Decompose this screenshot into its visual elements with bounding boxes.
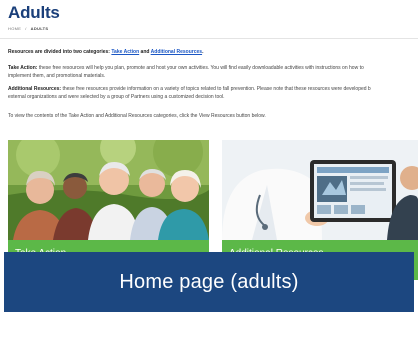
additional-resources-text-2: external organizations and were selected… bbox=[8, 93, 225, 100]
breadcrumb-separator: / bbox=[25, 26, 27, 31]
seniors-group-photo bbox=[8, 140, 209, 240]
take-action-text: these free resources will help you plan,… bbox=[37, 65, 364, 71]
caption-banner: Home page (adults) bbox=[4, 252, 414, 312]
take-action-text-2: implement them, and promotional material… bbox=[8, 72, 106, 79]
categories-and: and bbox=[139, 49, 151, 55]
take-action-label: Take Action: bbox=[8, 65, 38, 71]
additional-resources-label: Additional Resources: bbox=[8, 86, 62, 92]
doctor-tablet-photo bbox=[222, 140, 418, 240]
divider bbox=[0, 38, 418, 39]
view-resources-instructions: To view the contents of the Take Action … bbox=[8, 113, 266, 119]
caption-text: Home page (adults) bbox=[119, 270, 299, 293]
categories-paragraph: Resources are divided into two categorie… bbox=[8, 49, 416, 57]
page-title: Adults bbox=[8, 3, 60, 22]
categories-intro: Resources are divided into two categorie… bbox=[8, 49, 112, 55]
breadcrumb-home[interactable]: HOME bbox=[8, 26, 21, 31]
take-action-link[interactable]: Take Action bbox=[111, 49, 139, 55]
additional-resources-text: these free resources provide information… bbox=[61, 86, 371, 92]
additional-resources-paragraph: Additional Resources: these free resourc… bbox=[8, 86, 416, 101]
take-action-paragraph: Take Action: these free resources will h… bbox=[8, 65, 416, 80]
additional-resources-link[interactable]: Additional Resources bbox=[151, 49, 202, 55]
breadcrumb-current: ADULTS bbox=[30, 26, 49, 31]
categories-period: . bbox=[202, 49, 204, 55]
breadcrumb: HOME / ADULTS bbox=[8, 26, 48, 31]
